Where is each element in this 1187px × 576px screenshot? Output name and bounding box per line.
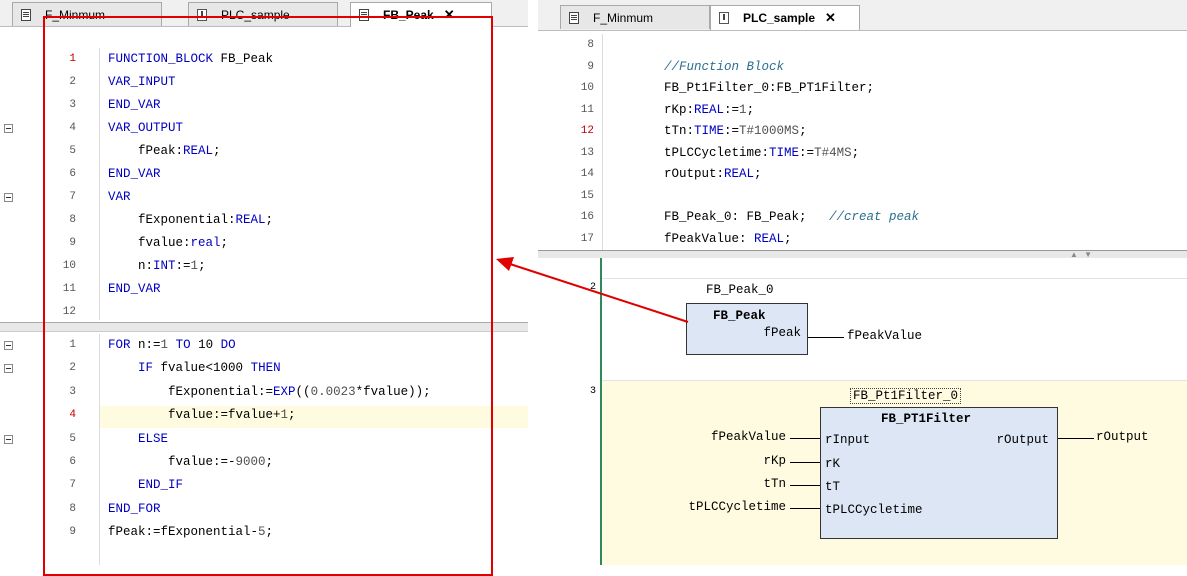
line-number: 15 (580, 189, 594, 202)
tab-label: F_Minmum (593, 10, 654, 25)
input-wire (790, 462, 820, 463)
line-number: 17 (580, 232, 594, 245)
fb-instance-name[interactable]: FB_Pt1Filter_0 (850, 388, 962, 404)
highlight-box (43, 16, 493, 576)
code-line[interactable]: 14 rOutput:REAL; (538, 163, 1187, 186)
code-text: rKp:REAL:=1; (634, 102, 755, 117)
code-line[interactable]: 10 FB_Pt1Filter_0:FB_PT1Filter; (538, 77, 1187, 100)
tab-label: PLC_sample (743, 11, 816, 25)
fb-type-name: FB_PT1Filter (881, 412, 972, 426)
close-icon[interactable]: ✕ (825, 10, 836, 26)
collapse-icon[interactable] (4, 364, 13, 374)
line-number: 8 (587, 39, 594, 51)
fbd-editor: 2 FB_Peak_0 FB_Peak fPeak fPeakValue 3 F… (538, 258, 1187, 565)
code-text: tTn:TIME:=T#1000MS; (634, 124, 807, 138)
output-pin-label: fPeak (763, 326, 801, 340)
input-pin-label: tT (825, 480, 841, 494)
input-pin-label: rK (825, 457, 841, 471)
code-line[interactable]: 13 tPLCCycletime:TIME:=T#4MS; (538, 142, 1187, 165)
collapse-icon[interactable] (4, 434, 13, 444)
collapse-icon[interactable] (4, 341, 13, 350)
code-text: FB_Pt1Filter_0:FB_PT1Filter; (634, 81, 875, 95)
gutter-divider (602, 34, 603, 250)
collapse-icon[interactable] (4, 193, 13, 202)
code-line[interactable]: 17 fPeakValue: REAL; (538, 228, 1187, 251)
program-icon (719, 12, 729, 24)
network-number: 2 (590, 282, 597, 293)
input-wire (790, 485, 820, 486)
line-number: 11 (580, 103, 594, 116)
code-text: //Function Block (664, 59, 785, 74)
network-2[interactable]: 2 FB_Peak_0 FB_Peak fPeak fPeakValue (538, 280, 1187, 380)
fb-type-name: FB_Peak (713, 309, 766, 323)
code-line[interactable]: 12 tTn:TIME:=T#1000MS; (538, 120, 1187, 143)
input-pin-label: rInput (825, 433, 871, 447)
input-variable[interactable]: fPeakValue (711, 430, 786, 444)
document-icon (569, 11, 579, 24)
line-number: 16 (580, 211, 594, 223)
fb-pt1filter-block[interactable]: FB_PT1Filter rInput rK tT tPLCCycletime … (820, 407, 1058, 539)
tab-plc-sample[interactable]: PLC_sample ✕ (710, 5, 860, 30)
line-number: 12 (580, 125, 594, 137)
fb-instance-name[interactable]: FB_Peak_0 (706, 283, 774, 297)
tab-f-minmum[interactable]: F_Minmum (560, 5, 710, 29)
right-tab-bar: F_Minmum PLC_sample ✕ (538, 0, 1187, 31)
declaration-code[interactable]: 89 //Function Block 10 FB_Pt1Filter_0:FB_… (538, 34, 1187, 250)
line-number: 13 (580, 146, 594, 159)
code-line[interactable]: 11 rKp:REAL:=1; (538, 99, 1187, 122)
output-wire (808, 337, 844, 338)
collapse-icon[interactable] (4, 124, 13, 133)
code-line[interactable]: 9 //Function Block (538, 56, 1187, 79)
right-editor-panel: F_Minmum PLC_sample ✕ 8 9 //Function Bloc… (538, 0, 1187, 565)
input-pin-label: tPLCCycletime (825, 503, 923, 517)
code-text: tPLCCycletime:TIME:=T#4MS; (634, 145, 860, 160)
output-variable[interactable]: fPeakValue (847, 329, 922, 343)
line-number: 10 (580, 82, 594, 94)
input-variable[interactable]: rKp (763, 454, 786, 468)
code-line[interactable]: 8 (538, 34, 1187, 57)
input-wire (790, 438, 820, 439)
input-variable[interactable]: tPLCCycletime (688, 500, 786, 514)
code-text: FB_Peak_0: FB_Peak; //creat peak (634, 210, 920, 224)
output-wire (1058, 438, 1094, 439)
code-line[interactable]: 16 FB_Peak_0: FB_Peak; //creat peak (538, 206, 1187, 229)
network-number: 3 (590, 386, 597, 397)
code-text: fPeakValue: REAL; (634, 231, 792, 246)
network-separator (602, 278, 1187, 279)
input-wire (790, 508, 820, 509)
line-number: 9 (587, 60, 594, 73)
output-pin-label: rOutput (996, 433, 1049, 447)
output-variable[interactable]: rOutput (1096, 430, 1149, 444)
declaration-pane: 89 //Function Block 10 FB_Pt1Filter_0:FB_… (538, 34, 1187, 250)
document-icon (21, 8, 31, 21)
code-text: rOutput:REAL; (634, 167, 762, 181)
line-number: 14 (580, 168, 594, 180)
input-variable[interactable]: tTn (763, 477, 786, 491)
code-line[interactable]: 15 (538, 185, 1187, 208)
fb-peak-block[interactable]: FB_Peak fPeak (686, 303, 808, 355)
network-3[interactable]: 3 FB_Pt1Filter_0 FB_PT1Filter rInput rK … (590, 381, 1187, 565)
